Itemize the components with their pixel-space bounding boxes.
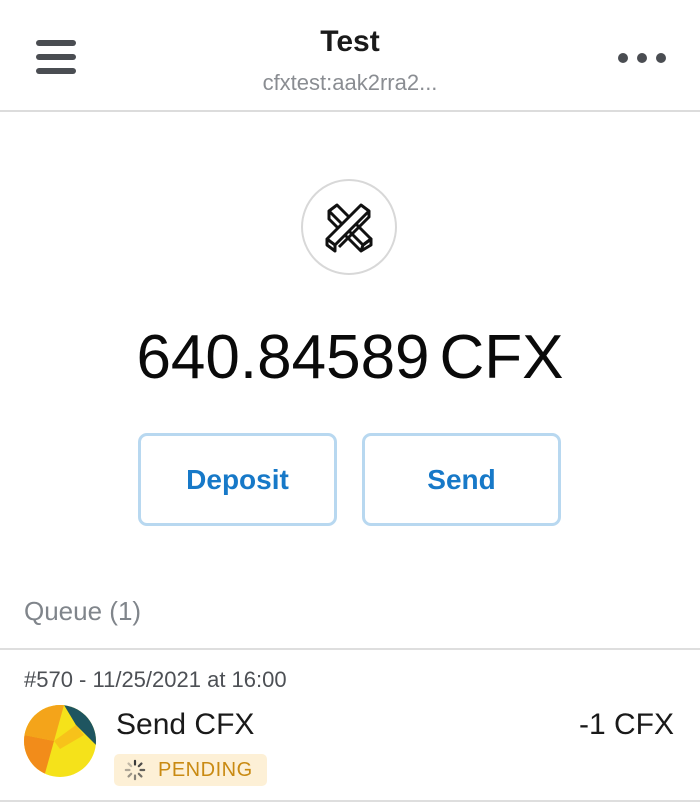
transaction-meta: #570 - 11/25/2021 at 16:00 (24, 667, 287, 692)
status-label: PENDING (158, 758, 253, 781)
balance-unit: CFX (439, 323, 564, 392)
transaction-amount: -1 CFX (578, 708, 674, 741)
app-header: Test cfxtest:aak2rra2... (0, 0, 700, 112)
divider (0, 648, 700, 650)
divider (0, 800, 700, 802)
transaction-title[interactable]: Send CFX (116, 708, 254, 742)
status-badge: PENDING (114, 754, 267, 786)
more-options-icon[interactable] (618, 50, 666, 66)
balance-display: 640.84589 CFX (0, 322, 700, 393)
conflux-logo-icon (301, 179, 397, 275)
spinner-icon (124, 759, 146, 781)
deposit-button[interactable]: Deposit (138, 433, 337, 526)
account-title: Test (320, 25, 380, 58)
send-button[interactable]: Send (362, 433, 561, 526)
transaction-avatar[interactable] (24, 705, 96, 777)
queue-section-title: Queue (1) (24, 596, 142, 626)
balance-amount: 640.84589 (136, 323, 430, 392)
account-address[interactable]: cfxtest:aak2rra2... (0, 70, 700, 96)
